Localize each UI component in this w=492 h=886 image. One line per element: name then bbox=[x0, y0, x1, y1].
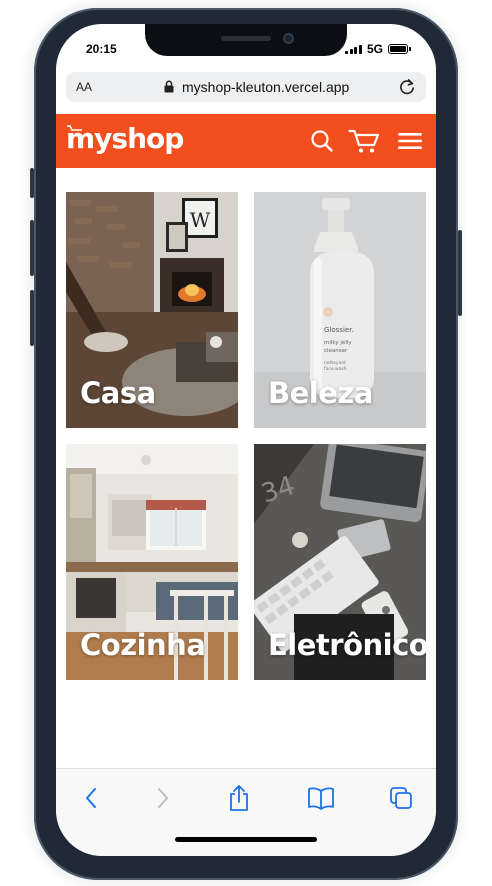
svg-text:cleanser: cleanser bbox=[324, 348, 348, 354]
svg-text:milky jelly: milky jelly bbox=[324, 340, 352, 346]
notch bbox=[145, 24, 347, 56]
url-text[interactable]: myshop-kleuton.vercel.app bbox=[182, 79, 349, 95]
category-card-casa[interactable]: W Casa bbox=[66, 192, 238, 428]
address-bar[interactable]: AA myshop-kleuton.vercel.app bbox=[66, 72, 426, 102]
category-label-casa: Casa bbox=[80, 376, 156, 410]
back-icon[interactable] bbox=[76, 783, 106, 813]
text-size-button[interactable]: AA bbox=[76, 80, 92, 94]
menu-icon[interactable] bbox=[396, 126, 424, 156]
logo-cart-mark bbox=[67, 125, 82, 131]
network-label: 5G bbox=[366, 42, 383, 56]
cart-icon[interactable] bbox=[346, 126, 382, 156]
svg-text:nettoyant: nettoyant bbox=[324, 360, 346, 366]
browser-toolbar bbox=[56, 768, 436, 856]
signal-icon bbox=[345, 44, 362, 54]
svg-text:Glossier.: Glossier. bbox=[324, 326, 354, 334]
category-label-beleza: Beleza bbox=[268, 376, 373, 410]
svg-text:face wash: face wash bbox=[324, 366, 347, 372]
svg-text:W: W bbox=[190, 208, 211, 232]
category-card-cozinha[interactable]: Cozinha bbox=[66, 444, 238, 680]
category-label-eletronicos: Eletrônicos bbox=[268, 628, 426, 662]
share-icon[interactable] bbox=[224, 783, 254, 813]
lock-icon bbox=[164, 80, 174, 93]
category-label-cozinha: Cozinha bbox=[80, 628, 206, 662]
tabs-icon[interactable] bbox=[386, 783, 416, 813]
status-time: 20:15 bbox=[86, 42, 117, 56]
phone-screen: 20:15 5G AA myshop-kleuton.vercel.app my… bbox=[56, 24, 436, 856]
reload-icon[interactable] bbox=[398, 78, 416, 96]
forward-icon[interactable] bbox=[148, 783, 178, 813]
category-card-beleza[interactable]: Glossier. milky jelly cleanser nettoyant… bbox=[254, 192, 426, 428]
bookmarks-icon[interactable] bbox=[306, 783, 336, 813]
site-header: myshop bbox=[56, 114, 436, 168]
category-card-eletronicos[interactable]: 34 Eletrônicos bbox=[254, 444, 426, 680]
home-indicator bbox=[175, 837, 317, 842]
search-icon[interactable] bbox=[308, 126, 336, 156]
battery-icon bbox=[388, 44, 411, 54]
